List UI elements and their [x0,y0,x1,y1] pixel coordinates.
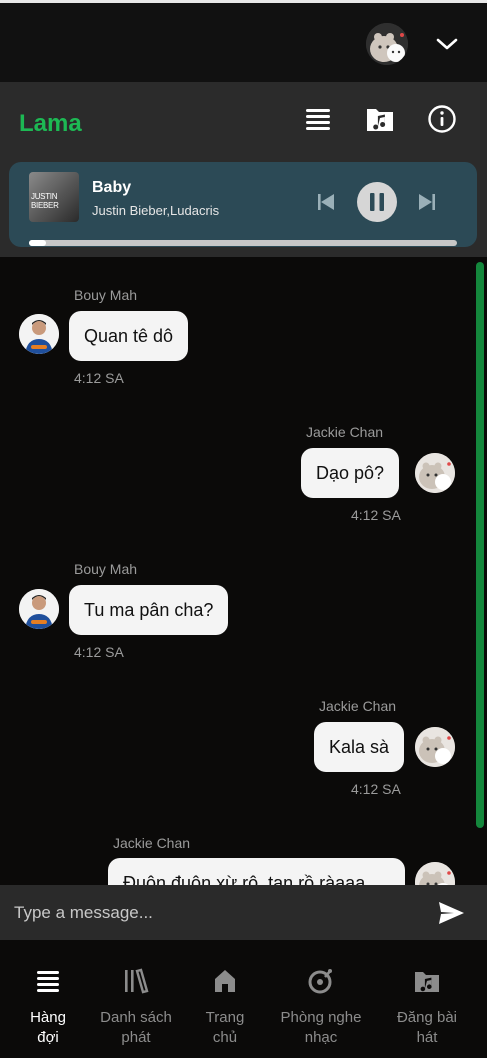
room-header: Lama JUSTIN BIEBER Baby Justin Bieber,Lu… [0,82,487,257]
song-title: Baby [92,179,132,196]
room-title: Lama [19,110,82,137]
nav-label: Danh sách phát [100,1009,172,1046]
cat-avatar-icon [415,862,455,885]
nav-label: Hàng đợi [30,1009,66,1046]
queue-icon [37,971,59,992]
song-artist: Justin Bieber,Ludacris [92,203,220,218]
message-sender: Jackie Chan [113,835,191,851]
nav-label: Đăng bài hát [396,1009,458,1046]
nav-label: Phòng nghe nhạc [280,1009,362,1046]
user-avatar[interactable] [366,23,408,65]
nav-item-home[interactable]: Trang chủ [195,940,255,1058]
message-input[interactable] [0,885,420,940]
message-sender: Jackie Chan [306,424,384,440]
message-sender: Bouy Mah [74,287,138,303]
message-bubble: Quan tê dô [69,311,189,361]
chat-messages[interactable]: Bouy Mah Quan tê dô 4:12 SA Jackie Chan … [0,257,487,885]
cat-avatar-icon [415,453,455,493]
album-cover: JUSTIN BIEBER [29,172,79,222]
avatar [415,453,455,493]
message-bubble: Tu ma pân cha? [69,585,229,635]
message-bubble: Dạo pô? [301,448,400,498]
person-avatar-icon [19,589,59,629]
message-bubble: Đuộn đuộn xừ rô, tạn rồ ràaaa [108,858,405,885]
message-composer [0,885,487,940]
message-sender: Bouy Mah [74,561,138,577]
home-icon [215,970,235,992]
message-bubble: Kala sà [314,722,405,772]
avatar [19,314,59,354]
pause-button[interactable] [357,182,397,222]
cat-avatar-icon [415,727,455,767]
nav-item-playlists[interactable]: Danh sách phát [96,940,176,1058]
message-sender: Jackie Chan [319,698,397,714]
message-time: 4:12 SA [74,370,124,386]
app-root: Lama JUSTIN BIEBER Baby Justin Bieber,Lu… [0,0,487,1058]
queue-icon[interactable] [303,104,333,134]
bottom-nav: Hàng đợi Danh sách phát Trang chủ Phòng … [0,940,487,1058]
music-folder-icon [415,972,439,992]
nav-label: Trang chủ [205,1009,245,1046]
previous-icon[interactable] [316,192,336,212]
person-avatar-icon [19,314,59,354]
chat-scrollbar[interactable] [476,262,484,828]
nav-item-queue[interactable]: Hàng đợi [18,940,78,1058]
chevron-down-icon[interactable] [434,33,460,55]
library-icon [125,968,149,994]
nav-item-upload-song[interactable]: Đăng bài hát [387,940,467,1058]
message-time: 4:12 SA [74,644,124,660]
next-icon[interactable] [417,192,437,212]
cat-avatar-icon [366,23,408,65]
top-bar [0,0,487,82]
now-playing-card: JUSTIN BIEBER Baby Justin Bieber,Ludacri… [9,162,477,247]
avatar [19,589,59,629]
pause-icon [370,193,384,211]
message-time: 4:12 SA [351,781,401,797]
avatar [415,862,455,885]
progress-fill [29,240,47,246]
avatar [415,727,455,767]
progress-bar[interactable] [29,240,457,246]
music-folder-icon[interactable] [365,104,395,134]
vinyl-icon [308,969,332,994]
send-icon[interactable] [437,900,465,926]
nav-item-listening-room[interactable]: Phòng nghe nhạc [276,940,366,1058]
info-icon[interactable] [427,104,457,134]
cover-text: JUSTIN BIEBER [31,192,59,210]
message-time: 4:12 SA [351,507,401,523]
